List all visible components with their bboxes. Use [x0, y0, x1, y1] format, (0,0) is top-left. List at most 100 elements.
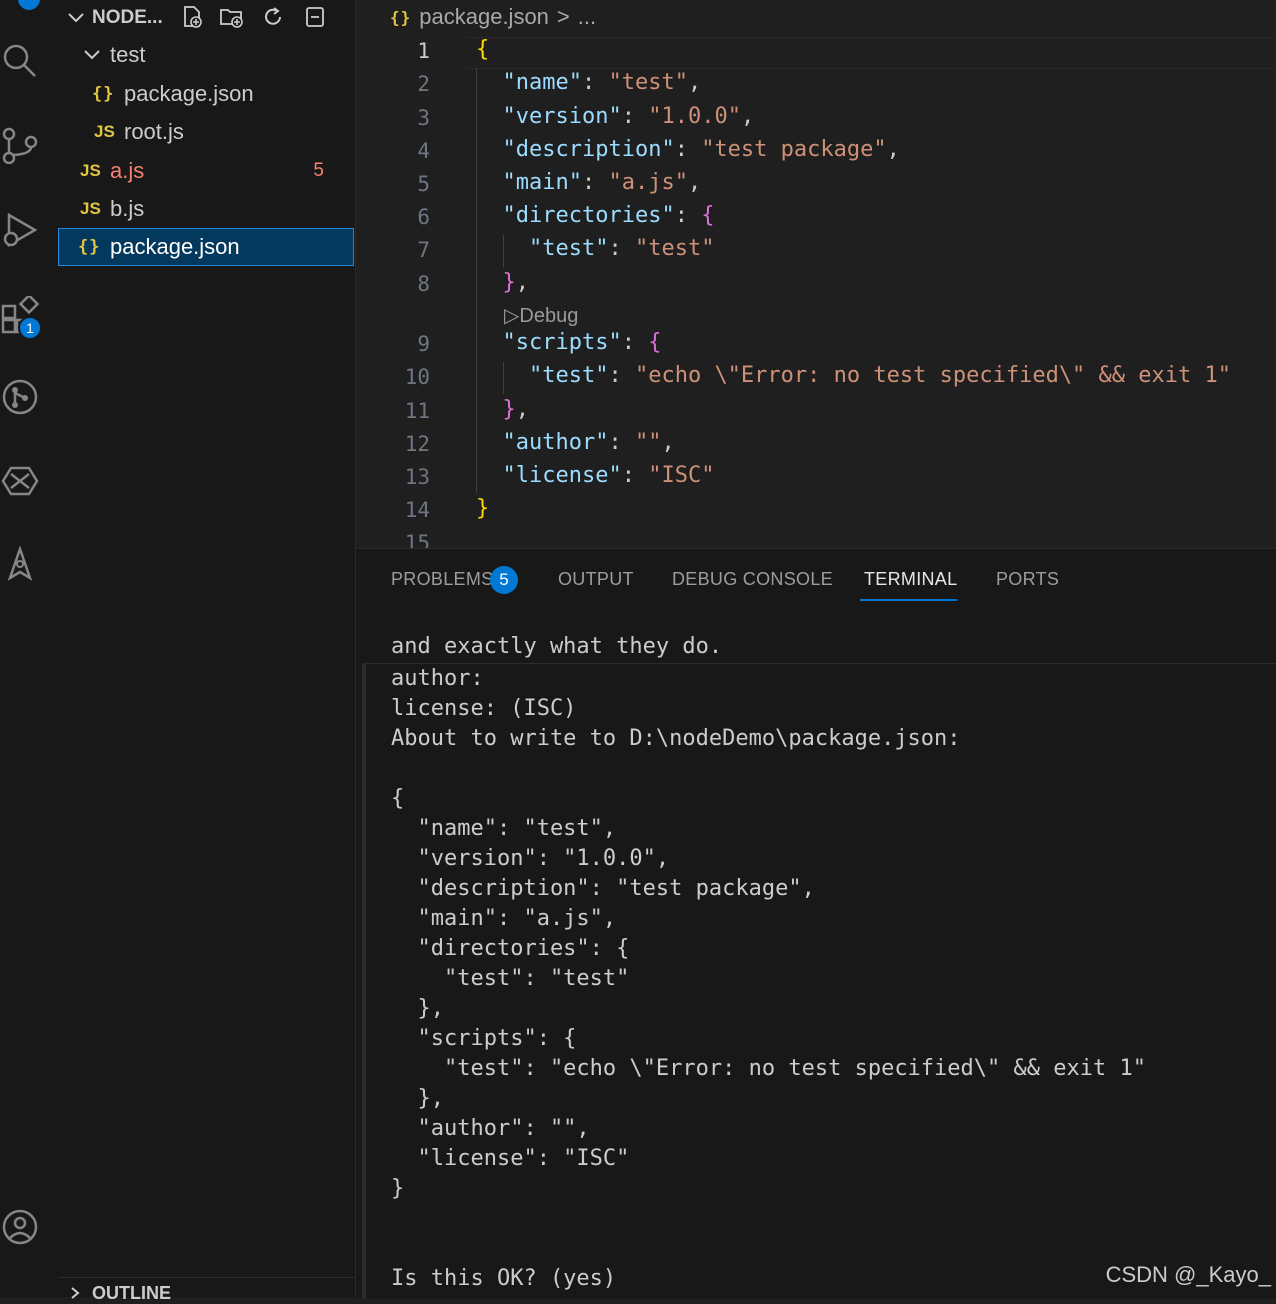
code-line[interactable]: "scripts": { — [476, 330, 662, 355]
tree-item-label: a.js — [110, 158, 145, 183]
breadcrumb-more[interactable]: ... — [578, 4, 596, 30]
line-number: 9 — [417, 332, 430, 356]
source-control-icon[interactable] — [0, 120, 40, 170]
watermark: CSDN @_Kayo_ — [1105, 1262, 1271, 1287]
terminal-line: }, — [391, 1086, 444, 1111]
debug-codelens[interactable]: ▷Debug — [504, 303, 578, 328]
line-number: 14 — [404, 498, 430, 522]
code-line[interactable]: "main": "a.js", — [476, 170, 702, 195]
outline-header[interactable]: OUTLINE — [58, 1277, 355, 1303]
chevron-down-icon[interactable] — [66, 8, 86, 28]
terminal-line: "test": "test" — [391, 966, 630, 991]
top-badge — [18, 0, 40, 10]
chevron-down-icon — [84, 50, 100, 60]
tab-output[interactable]: OUTPUT — [558, 569, 634, 590]
play-icon: ▷ — [504, 305, 520, 327]
code-line[interactable]: } — [476, 496, 489, 521]
line-number: 3 — [417, 106, 430, 130]
terminal-line: { — [391, 786, 405, 811]
terminal-line: "description": "test package", — [391, 876, 815, 901]
terminal-prompt: Is this OK? (yes) — [391, 1266, 617, 1291]
git-graph-icon[interactable] — [0, 372, 40, 422]
tree-item-label: root.js — [124, 119, 184, 144]
terminal-line: About to write to D:\nodeDemo\package.js… — [391, 726, 961, 751]
line-number: 7 — [417, 238, 430, 262]
outline-title: OUTLINE — [92, 1283, 171, 1303]
tab-ports[interactable]: PORTS — [996, 569, 1059, 590]
code-line[interactable]: }, — [476, 397, 530, 422]
terminal-line: and exactly what they do. — [391, 634, 723, 659]
breadcrumb-file[interactable]: package.json — [419, 4, 549, 30]
problems-badge: 5 — [490, 566, 518, 594]
tree-item-package-json[interactable]: {} package.json — [58, 228, 354, 266]
editor[interactable]: {} package.json > ... 1 2 3 4 5 6 7 8 9 … — [356, 0, 1276, 548]
terminal-line: "author": "", — [391, 1116, 590, 1141]
breadcrumb[interactable]: {} package.json > ... — [390, 4, 596, 30]
terminal-line: author: — [391, 666, 484, 691]
terminal-gutter — [362, 663, 366, 1298]
code-line[interactable]: "name": "test", — [476, 70, 702, 95]
code-line[interactable]: "version": "1.0.0", — [476, 104, 755, 129]
tree-item-label: package.json — [124, 81, 254, 106]
line-number: 1 — [417, 39, 430, 63]
explorer-title: NODE... — [92, 7, 163, 28]
new-file-icon[interactable] — [178, 3, 206, 31]
terminal-line: "main": "a.js", — [391, 906, 617, 931]
new-folder-icon[interactable] — [218, 3, 246, 31]
problem-count: 5 — [313, 160, 324, 181]
terminal-line: license: (ISC) — [391, 696, 577, 721]
breadcrumb-separator: > — [556, 4, 570, 29]
terminal-line: }, — [391, 996, 444, 1021]
line-number: 13 — [404, 465, 430, 489]
line-number: 4 — [417, 139, 430, 163]
tree-item-root-js[interactable]: JS root.js — [58, 113, 354, 151]
js-file-icon: JS — [80, 199, 101, 218]
terminal-line: "license": "ISC" — [391, 1146, 630, 1171]
terminal-line: "directories": { — [391, 936, 630, 961]
tree-item-a-js[interactable]: JS a.js 5 — [58, 152, 354, 190]
bottom-panel: PROBLEMS 5 OUTPUT DEBUG CONSOLE TERMINAL… — [356, 548, 1276, 1298]
code-line[interactable]: "license": "ISC" — [476, 463, 715, 488]
folder-test[interactable]: test — [58, 36, 354, 74]
current-line-highlight — [466, 37, 1276, 69]
json-file-icon: {} — [390, 7, 412, 27]
json-file-icon: {} — [78, 237, 101, 257]
explorer-header[interactable]: NODE... — [58, 0, 355, 36]
tab-debug-console[interactable]: DEBUG CONSOLE — [672, 569, 833, 590]
tree-item-b-js[interactable]: JS b.js — [58, 190, 354, 228]
code-line[interactable]: "description": "test package", — [476, 137, 900, 162]
extensions-badge: 1 — [18, 316, 42, 340]
terminal-line: "test": "echo \"Error: no test specified… — [391, 1056, 1146, 1081]
ai-assistant-icon[interactable] — [0, 456, 40, 506]
code-line[interactable]: }, — [476, 270, 530, 295]
code-line[interactable]: { — [476, 37, 489, 62]
code-line[interactable]: "test": "test" — [476, 236, 714, 261]
code-line[interactable]: "directories": { — [476, 203, 715, 228]
run-debug-icon[interactable] — [0, 205, 40, 255]
refresh-icon[interactable] — [259, 3, 287, 31]
tree-item-test-package-json[interactable]: {} package.json — [58, 75, 354, 113]
terminal-line: } — [391, 1176, 405, 1201]
js-file-icon: JS — [94, 122, 115, 141]
code-line[interactable]: "author": "", — [476, 430, 675, 455]
chevron-right-icon — [71, 1287, 80, 1299]
js-file-icon: JS — [80, 161, 101, 180]
rocket-icon[interactable] — [0, 540, 40, 590]
terminal-line: "version": "1.0.0", — [391, 846, 670, 871]
collapse-all-icon[interactable] — [301, 3, 329, 31]
line-number: 5 — [417, 172, 430, 196]
terminal-divider — [362, 663, 1276, 664]
line-number: 12 — [404, 432, 430, 456]
tab-terminal[interactable]: TERMINAL — [864, 569, 957, 590]
active-tab-indicator — [860, 599, 957, 601]
terminal-line: "name": "test", — [391, 816, 617, 841]
search-icon[interactable] — [0, 36, 40, 86]
explorer-sidebar: NODE... test {} package.json JS root.js … — [58, 0, 356, 1303]
line-number: 2 — [417, 72, 430, 96]
terminal-line: "scripts": { — [391, 1026, 577, 1051]
tab-problems[interactable]: PROBLEMS — [391, 569, 493, 590]
tree-item-label: test — [110, 42, 146, 67]
account-icon[interactable] — [0, 1202, 40, 1252]
line-number: 10 — [404, 365, 430, 389]
code-line[interactable]: "test": "echo \"Error: no test specified… — [476, 363, 1231, 388]
